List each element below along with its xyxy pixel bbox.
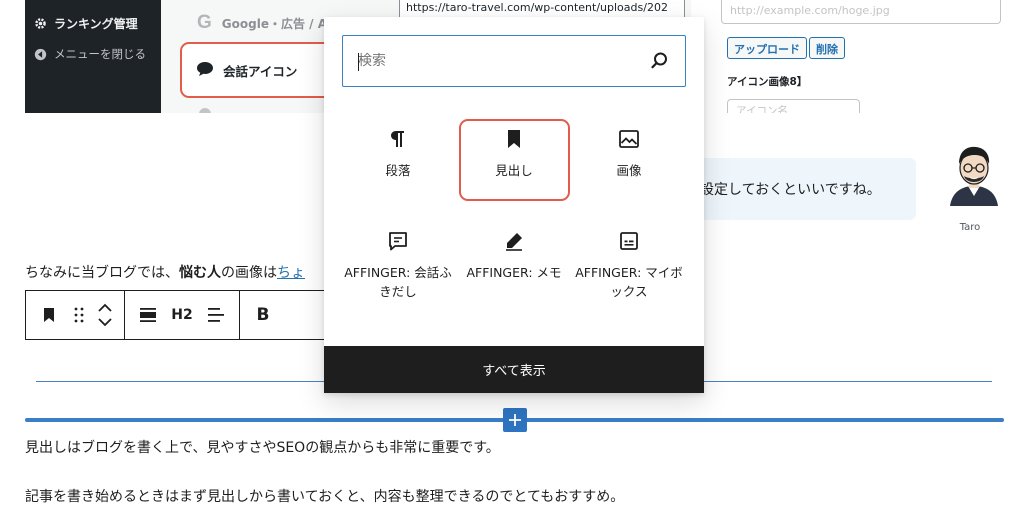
align-left-icon: [208, 308, 224, 322]
chevron-up-icon[interactable]: [98, 303, 112, 312]
bold-text: 悩む人: [179, 265, 221, 281]
drag-handle[interactable]: [66, 297, 92, 333]
paragraph-block[interactable]: 記事を書き始めるときはまず見出しから書いておくと、内容も整理できるのでとてもおす…: [25, 486, 624, 506]
avatar: [946, 144, 1002, 206]
show-all-button[interactable]: すべて表示: [324, 346, 704, 393]
google-logo-icon: G: [197, 12, 212, 33]
paragraph-block[interactable]: 見出しはブログを書く上で、見やすさやSEOの観点からも非常に重要です。: [25, 437, 500, 457]
speech-bubble-icon: [389, 232, 407, 251]
avatar-name: Taro: [959, 222, 981, 233]
admin-settings-panel: http://example.com/hoge.jpg アップロード 削除 アイ…: [691, 0, 1004, 113]
block-item-affinger-bubble[interactable]: AFFINGER: 会話ふきだし: [342, 229, 454, 302]
align-wide-button[interactable]: [131, 297, 165, 333]
menu-item-google: G Google・広告 / A: [197, 12, 327, 33]
plus-icon: [509, 414, 521, 426]
text-caret: [358, 53, 359, 71]
toolbar-group-block: [26, 291, 125, 339]
text-align-button[interactable]: [199, 297, 233, 333]
speech-bubble-icon: [196, 61, 214, 80]
delete-button: 削除: [809, 37, 845, 59]
sidebar-item-label: メニューを閉じる: [54, 47, 146, 61]
block-toolbar: H2 B: [25, 290, 331, 340]
block-item-image[interactable]: 画像: [573, 127, 685, 180]
toolbar-group-heading: H2: [125, 291, 240, 339]
bold-button[interactable]: B: [246, 297, 280, 333]
pilcrow-icon: [391, 131, 404, 147]
align-wide-icon: [140, 308, 156, 322]
upload-button: アップロード: [727, 37, 807, 59]
toolbar-group-format: B: [240, 291, 286, 339]
add-block-button[interactable]: [503, 408, 527, 432]
image-url-field: https://taro-travel.com/wp-content/uploa…: [399, 0, 685, 18]
box-icon: [620, 232, 638, 250]
admin-sidebar: ランキング管理 メニューを閉じる: [25, 0, 161, 113]
heading-level-button[interactable]: H2: [165, 297, 199, 333]
drag-handle-icon: [74, 307, 84, 323]
chat-bubble: 設定しておくといいですね。: [690, 158, 916, 220]
sidebar-item-ranking: ランキング管理: [33, 15, 138, 32]
block-type-button[interactable]: [32, 297, 66, 333]
block-item-affinger-memo[interactable]: AFFINGER: メモ: [458, 229, 570, 282]
inline-link[interactable]: ちょ: [277, 265, 305, 281]
chevron-down-icon[interactable]: [98, 318, 112, 327]
icon-name-field: アイコン名: [727, 99, 860, 113]
paragraph-block[interactable]: ちなみに当ブログでは、悩む人の画像はちょ: [25, 262, 305, 282]
block-item-affinger-mybox[interactable]: AFFINGER: マイボックス: [573, 229, 685, 302]
block-item-heading[interactable]: 見出し: [458, 127, 570, 180]
search-icon[interactable]: [649, 51, 669, 71]
icon-image-label: アイコン画像8】: [727, 76, 808, 88]
pen-icon: [506, 233, 522, 251]
block-inserter-popover: 段落 見出し 画像 AFFINGER: 会話ふきだし AFFINGER: メモ …: [324, 17, 704, 393]
image-icon: [619, 130, 639, 148]
menu-item-icon: [199, 108, 211, 113]
search-input[interactable]: [343, 36, 643, 86]
collapse-icon: [33, 47, 47, 61]
move-buttons: [92, 295, 118, 335]
search-box: [342, 35, 686, 87]
sidebar-item-label: ランキング管理: [54, 17, 138, 31]
bookmark-icon: [508, 130, 520, 148]
bookmark-icon: [44, 308, 54, 322]
block-item-paragraph[interactable]: 段落: [342, 127, 454, 180]
sidebar-item-close-menu: メニューを閉じる: [33, 46, 146, 62]
image-url-placeholder-field: http://example.com/hoge.jpg: [721, 0, 1001, 24]
gear-icon: [33, 17, 47, 31]
